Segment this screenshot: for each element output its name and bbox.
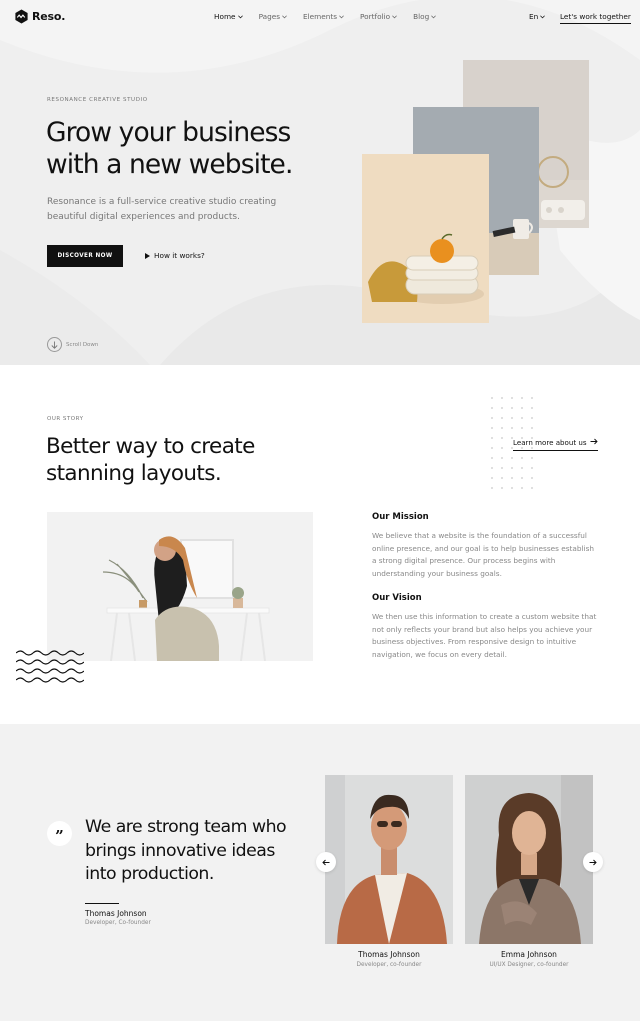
top-navigation: Reso. Home Pages Elements Portfolio Blog [0,0,640,34]
hero-title-line: Grow your business [46,117,291,148]
nav-item-label: Portfolio [360,12,391,21]
scroll-down-label: Scroll Down [66,341,99,348]
hero-image-orange [362,154,489,323]
arrow-down-icon [47,337,62,352]
play-icon [145,252,150,259]
hero-section: Reso. Home Pages Elements Portfolio Blog [0,0,640,365]
quote-icon: ” [47,821,72,846]
chevron-down-icon [339,14,344,18]
story-title: Better way to create stanning layouts. [46,434,306,487]
hero-subtitle-line: Resonance is a full-service creative stu… [47,197,277,207]
brand-name: Reso. [32,10,66,23]
arrow-left-icon [322,859,330,865]
quote-author-role: Developer, Co-founder [85,920,151,926]
nav-item-blog[interactable]: Blog [413,12,437,21]
nav-item-label: Elements [303,12,338,21]
team-member-name: Thomas Johnson [358,950,420,959]
scroll-down-link[interactable]: Scroll Down [47,337,98,352]
discover-now-button[interactable]: DISCOVER NOW [47,245,123,267]
wave-lines-decoration [16,650,84,683]
team-member-photo[interactable] [325,775,453,944]
chevron-down-icon [540,14,546,18]
main-menu: Home Pages Elements Portfolio Blog [214,12,437,21]
hero-eyebrow: RESONANCE CREATIVE STUDIO [47,97,148,103]
mission-title: Our Mission [372,512,429,522]
team-member-name: Emma Johnson [501,950,557,959]
arrow-right-icon [590,438,598,445]
carousel-prev-button[interactable] [316,852,336,872]
quote-divider [85,903,119,904]
nav-item-pages[interactable]: Pages [259,12,287,21]
story-title-line: Better way to create [46,434,255,459]
carousel-next-button[interactable] [583,852,603,872]
team-quote-line: We are strong team who [85,817,287,837]
quote-author-name: Thomas Johnson [85,909,147,918]
office-photo [47,512,313,661]
arrow-right-icon [589,859,597,865]
chevron-down-icon [431,14,437,18]
nav-item-portfolio[interactable]: Portfolio [360,12,397,21]
story-title-line: stanning layouts. [46,460,222,486]
team-member-role: UI/UX Designer, co-founder [489,962,569,968]
hero-subtitle-line: beautiful digital experiences and produc… [47,211,240,222]
chevron-down-icon [392,14,397,18]
logo-hexagon-icon [15,9,28,24]
mission-text: We believe that a website is the foundat… [372,531,594,578]
chevron-down-icon [237,14,243,18]
chevron-down-icon [282,14,287,18]
team-quote-line: into production. [85,864,214,884]
nav-item-home[interactable]: Home [214,12,243,21]
nav-item-label: Home [214,12,236,21]
team-member-role: Developer, co-founder [356,962,422,968]
team-quote: We are strong team who brings innovative… [85,816,315,887]
how-it-works-label: How it works? [154,251,205,260]
hero-subtitle: Resonance is a full-service creative stu… [47,195,297,224]
team-quote-line: brings innovative ideas [85,840,275,861]
learn-more-link[interactable]: Learn more about us [513,438,598,451]
brand-logo[interactable]: Reso. [14,9,65,24]
nav-item-elements[interactable]: Elements [303,12,344,21]
language-label: En [529,12,539,21]
nav-item-label: Pages [258,12,281,21]
language-selector[interactable]: En [529,12,546,21]
nav-item-label: Blog [413,12,430,21]
story-eyebrow: OUR STORY [47,416,84,422]
vision-text: We then use this information to create a… [372,612,597,659]
team-member-photo[interactable] [465,775,593,944]
vision-title: Our Vision [372,593,422,603]
hero-title: Grow your business with a new website. [46,117,346,181]
hero-title-line: with a new website. [46,149,293,180]
work-together-link[interactable]: Let's work together [560,12,631,24]
learn-more-label: Learn more about us [513,438,587,447]
how-it-works-link[interactable]: How it works? [145,251,205,260]
